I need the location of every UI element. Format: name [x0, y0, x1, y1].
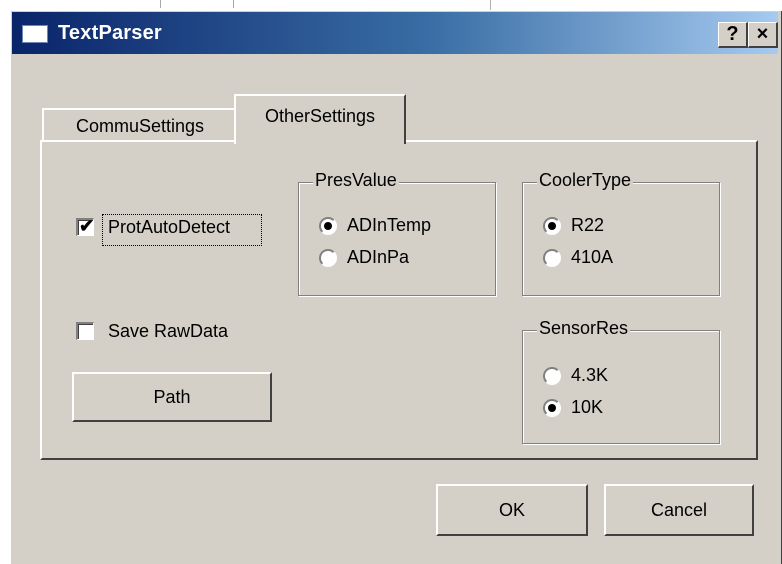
- save-raw-data-checkbox[interactable]: [76, 322, 94, 340]
- ok-button[interactable]: OK: [436, 484, 588, 536]
- prot-auto-detect-checkbox[interactable]: ✔: [76, 216, 95, 236]
- pres-value-group-title: PresValue: [313, 170, 399, 191]
- textparser-dialog: TextParser ? × CommuSettings OtherSettin…: [10, 10, 782, 564]
- cooler-type-group: CoolerType R22 410A: [522, 170, 720, 296]
- sensor-res-group: SensorRes 4.3K 10K: [522, 318, 720, 444]
- adinpa-label[interactable]: ADInPa: [347, 247, 409, 268]
- title-bar[interactable]: TextParser ? ×: [12, 12, 778, 54]
- cancel-button[interactable]: Cancel: [604, 484, 754, 536]
- radio-adinpa[interactable]: [319, 249, 337, 267]
- radio-4-3k[interactable]: [543, 367, 561, 385]
- radio-selected-dot: [324, 222, 332, 230]
- tab-commu-settings[interactable]: CommuSettings: [42, 108, 238, 142]
- check-mark-icon: ✔: [79, 216, 95, 236]
- pres-value-group: PresValue ADInTemp ADInPa: [298, 170, 496, 296]
- radio-adintemp[interactable]: [319, 217, 337, 235]
- r22-label[interactable]: R22: [571, 215, 604, 236]
- 10k-label[interactable]: 10K: [571, 397, 603, 418]
- radio-selected-dot: [548, 404, 556, 412]
- 4-3k-label[interactable]: 4.3K: [571, 365, 608, 386]
- background-fragment: [160, 0, 234, 8]
- window-icon: [22, 25, 48, 43]
- sensor-res-group-title: SensorRes: [537, 318, 631, 339]
- save-raw-data-label[interactable]: Save RawData: [108, 321, 228, 342]
- help-button[interactable]: ?: [718, 22, 748, 48]
- radio-410a[interactable]: [543, 249, 561, 267]
- 410a-label[interactable]: 410A: [571, 247, 613, 268]
- radio-10k[interactable]: [543, 399, 561, 417]
- tab-other-settings[interactable]: OtherSettings: [234, 94, 406, 144]
- adintemp-label[interactable]: ADInTemp: [347, 215, 431, 236]
- close-button[interactable]: ×: [748, 22, 778, 48]
- radio-selected-dot: [548, 222, 556, 230]
- prot-auto-detect-label[interactable]: ProtAutoDetect: [108, 217, 230, 238]
- radio-r22[interactable]: [543, 217, 561, 235]
- path-button[interactable]: Path: [72, 372, 272, 422]
- window-title: TextParser: [58, 22, 162, 44]
- cooler-type-group-title: CoolerType: [537, 170, 634, 191]
